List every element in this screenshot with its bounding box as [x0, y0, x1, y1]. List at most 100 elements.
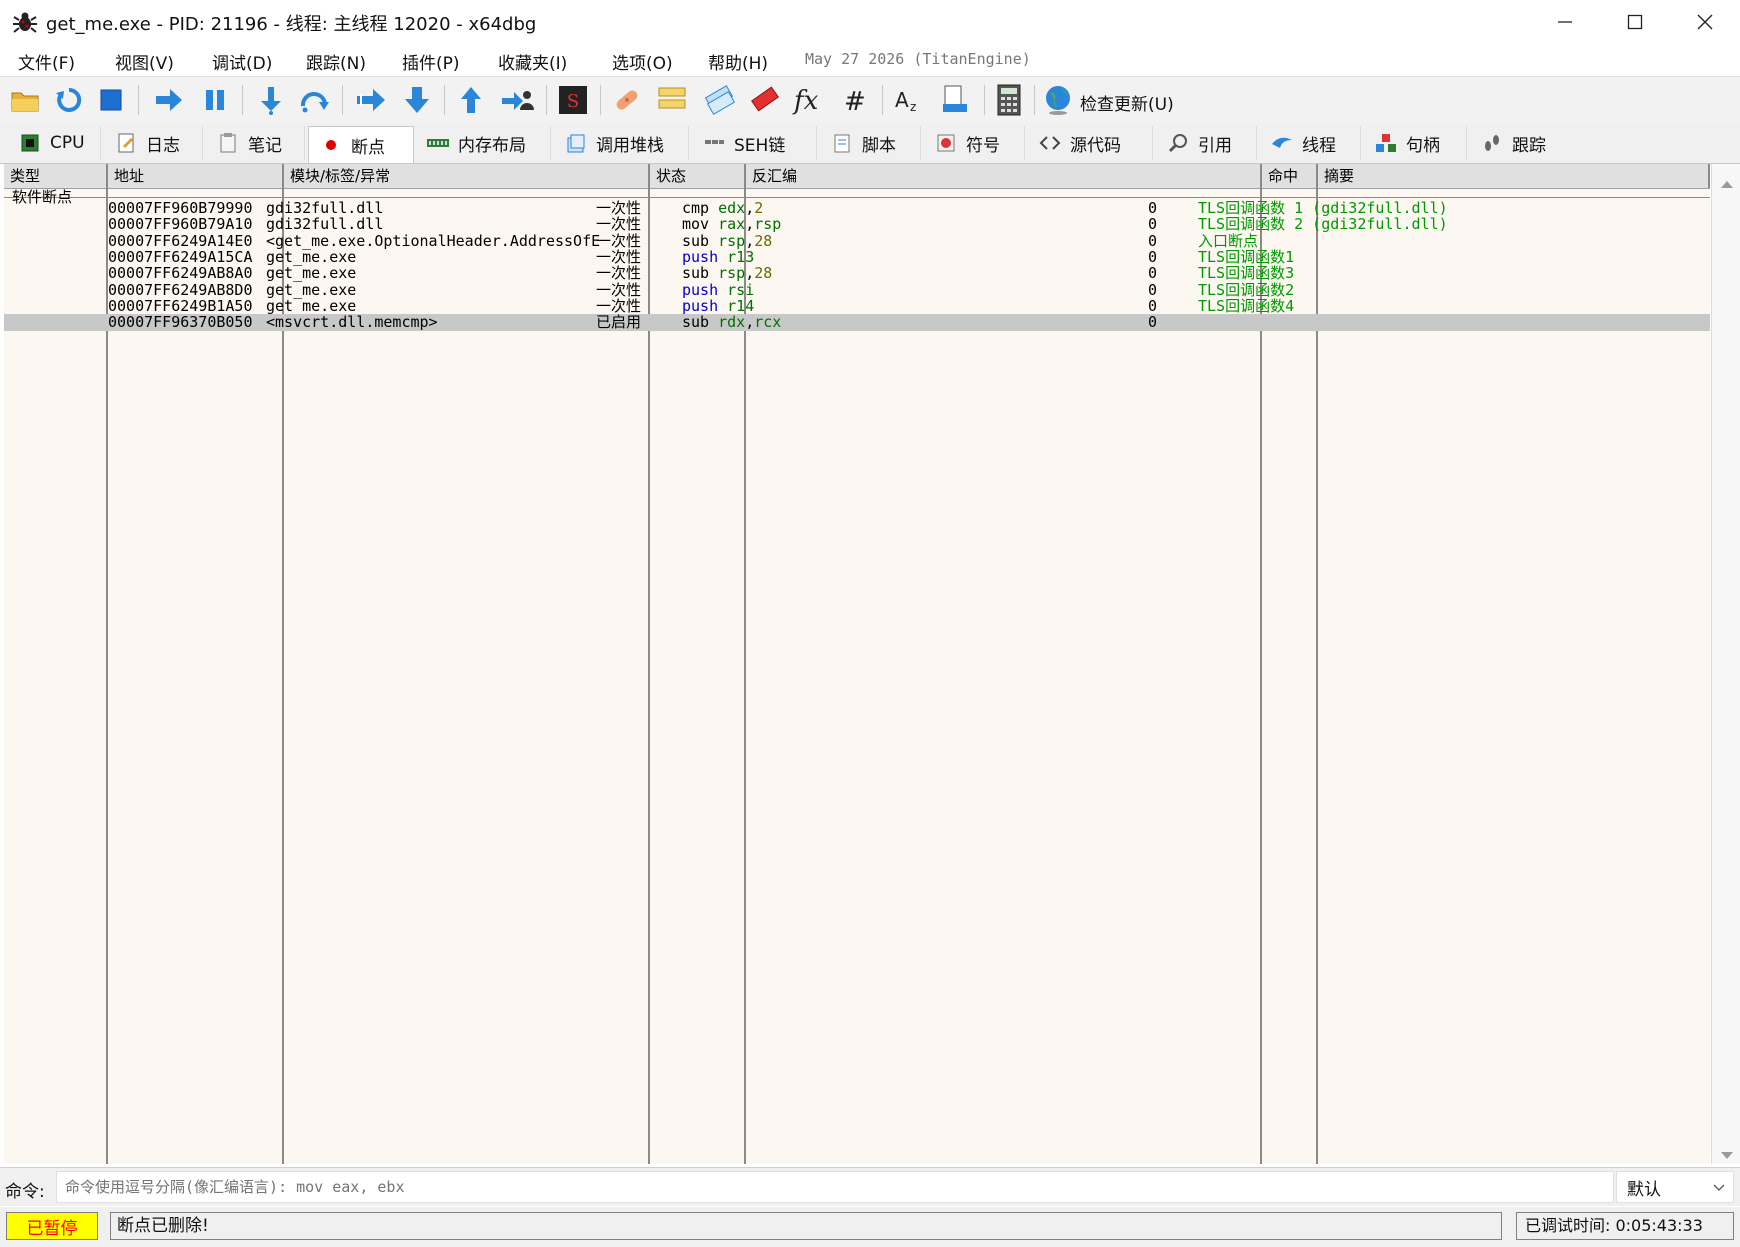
table-row[interactable]: 00007FF6249A14E0 <get_me.exe.OptionalHead…: [4, 232, 1710, 250]
tab-threads-label: 线程: [1302, 135, 1336, 156]
col-summary[interactable]: 摘要: [1318, 164, 1710, 188]
open-icon[interactable]: [8, 83, 42, 117]
menu-options[interactable]: 选项(O): [612, 49, 673, 74]
tab-symbols[interactable]: 符号: [924, 126, 1025, 160]
tab-source[interactable]: 源代码: [1028, 126, 1153, 160]
step-into-icon[interactable]: [254, 83, 288, 117]
chevron-down-icon: [1713, 1177, 1725, 1197]
menu-favourites[interactable]: 收藏夹(I): [498, 49, 567, 74]
asm-operand: rax: [718, 215, 746, 233]
tab-call-stack[interactable]: 调用堆栈: [554, 126, 689, 160]
tab-notes[interactable]: 笔记: [206, 126, 305, 160]
menu-view[interactable]: 视图(V): [115, 49, 174, 74]
menu-file[interactable]: 文件(F): [18, 49, 75, 74]
tab-breakpoints[interactable]: 断点: [308, 126, 414, 163]
stop-icon[interactable]: [94, 83, 128, 117]
trace-into-icon[interactable]: [354, 83, 388, 117]
tab-notes-label: 笔记: [248, 135, 282, 156]
table-row[interactable]: 00007FF6249A15CA get_me.exe 一次性 push r13 0 TL…: [4, 248, 1710, 266]
cell-disassembly: mov rax,rsp: [682, 215, 781, 233]
table-row[interactable]: 00007FF960B79990 gdi32full.dll 一次性 cmp edx,…: [4, 199, 1710, 217]
tab-threads[interactable]: 线程: [1260, 126, 1361, 160]
strings-icon[interactable]: Az: [892, 83, 926, 117]
scroll-down-icon[interactable]: [1720, 1146, 1734, 1165]
cell-summary: TLS回调函数3: [1198, 264, 1295, 282]
maximize-button[interactable]: [1600, 0, 1670, 44]
trace-over-icon[interactable]: [400, 83, 434, 117]
svg-text:A: A: [895, 88, 909, 112]
table-row[interactable]: 00007FF6249AB8D0 get_me.exe 一次性 push rsi 0 TL…: [4, 281, 1710, 299]
col-address[interactable]: 地址: [108, 164, 284, 188]
variables-icon[interactable]: #: [838, 83, 872, 117]
bookmarks-icon[interactable]: [748, 83, 782, 117]
tab-breakpoints-label: 断点: [351, 137, 385, 158]
tab-log[interactable]: 日志: [104, 126, 203, 160]
svg-text:S: S: [567, 91, 579, 112]
breakpoints-table[interactable]: 类型 地址 模块/标签/异常 状态 反汇编 命中 摘要 软件断点 00007FF…: [4, 164, 1710, 1164]
table-header: 类型 地址 模块/标签/异常 状态 反汇编 命中 摘要: [4, 164, 1710, 189]
col-module[interactable]: 模块/标签/异常: [284, 164, 650, 188]
command-label: 命令:: [5, 1182, 45, 1202]
pe-icon[interactable]: [938, 83, 972, 117]
close-button[interactable]: [1670, 0, 1740, 44]
labels-icon[interactable]: [702, 83, 736, 117]
table-row[interactable]: 00007FF960B79A10 gdi32full.dll 一次性 mov rax,…: [4, 215, 1710, 233]
build-date-info: May 27 2026 (TitanEngine): [805, 50, 1031, 68]
run-to-user-code-icon[interactable]: [500, 83, 534, 117]
cell-module: <msvcrt.dll.memcmp>: [266, 313, 438, 331]
tab-script[interactable]: 脚本: [820, 126, 921, 160]
tab-cpu[interactable]: CPU: [8, 126, 101, 160]
window-title: get_me.exe - PID: 21196 - 线程: 主线程 12020 …: [46, 14, 537, 35]
menu-help[interactable]: 帮助(H): [708, 49, 768, 74]
table-row[interactable]: 00007FF6249B1A50 get_me.exe 一次性 push r14 0 TL…: [4, 297, 1710, 315]
asm-mnemonic: sub: [682, 264, 710, 282]
tab-call-stack-label: 调用堆栈: [596, 135, 664, 156]
tab-handles[interactable]: 句柄: [1364, 126, 1467, 160]
cell-module: gdi32full.dll: [266, 215, 384, 233]
cell-summary: TLS回调函数4: [1198, 297, 1295, 315]
tab-trace-label: 跟踪: [1512, 135, 1546, 156]
vertical-scrollbar[interactable]: [1711, 164, 1740, 1164]
tab-references[interactable]: 引用: [1156, 126, 1257, 160]
check-update-icon[interactable]: [1042, 83, 1076, 117]
col-type[interactable]: 类型: [4, 164, 108, 188]
table-row[interactable]: 00007FF6249AB8A0 get_me.exe 一次性 sub rsp,28 0…: [4, 264, 1710, 282]
tab-trace[interactable]: 跟踪: [1470, 126, 1570, 160]
scroll-up-icon[interactable]: [1720, 174, 1734, 193]
notes-icon: [216, 131, 240, 155]
menu-plugins[interactable]: 插件(P): [402, 49, 460, 74]
memory-map-icon: [426, 131, 450, 155]
menu-trace[interactable]: 跟踪(N): [306, 49, 366, 74]
step-over-icon[interactable]: [298, 83, 332, 117]
references-icon: [1166, 131, 1190, 155]
menu-debug[interactable]: 调试(D): [212, 49, 272, 74]
tab-memory-map[interactable]: 内存布局: [416, 126, 551, 160]
scylla-icon[interactable]: S: [556, 83, 590, 117]
tab-memory-map-label: 内存布局: [458, 135, 526, 156]
run-icon[interactable]: [152, 83, 186, 117]
col-state[interactable]: 状态: [650, 164, 746, 188]
restart-icon[interactable]: [52, 83, 86, 117]
pause-icon[interactable]: [198, 83, 232, 117]
minimize-button[interactable]: [1530, 0, 1600, 44]
bug-icon: [12, 9, 38, 35]
command-mode-select[interactable]: 默认: [1616, 1171, 1734, 1203]
col-hits[interactable]: 命中: [1262, 164, 1318, 188]
status-bar: 已暂停 断点已删除! 已调试时间: 0:05:43:33: [0, 1207, 1740, 1247]
functions-icon[interactable]: fx: [792, 83, 826, 117]
tab-seh[interactable]: SEH链: [692, 126, 817, 160]
cell-hits: 0: [1148, 313, 1158, 331]
execute-till-return-icon[interactable]: [454, 83, 488, 117]
calculator-icon[interactable]: [992, 83, 1026, 117]
patch-icon[interactable]: [610, 83, 644, 117]
command-input[interactable]: [56, 1171, 1614, 1203]
cpu-icon: [18, 131, 42, 155]
asm-operand: ,: [745, 313, 755, 331]
check-update-label[interactable]: 检查更新(U): [1080, 90, 1174, 115]
table-row[interactable]: 00007FF96370B050 <msvcrt.dll.memcmp> 已启用 su…: [4, 313, 1710, 331]
tab-bar: CPU 日志 笔记 断点 内存布局 调用堆栈 SEH链 脚本 符号 源代码 引用: [0, 123, 1740, 164]
col-disassembly[interactable]: 反汇编: [746, 164, 1262, 188]
command-mode-value: 默认: [1627, 1179, 1661, 1200]
seh-icon: [702, 131, 726, 155]
comments-icon[interactable]: [656, 83, 690, 117]
